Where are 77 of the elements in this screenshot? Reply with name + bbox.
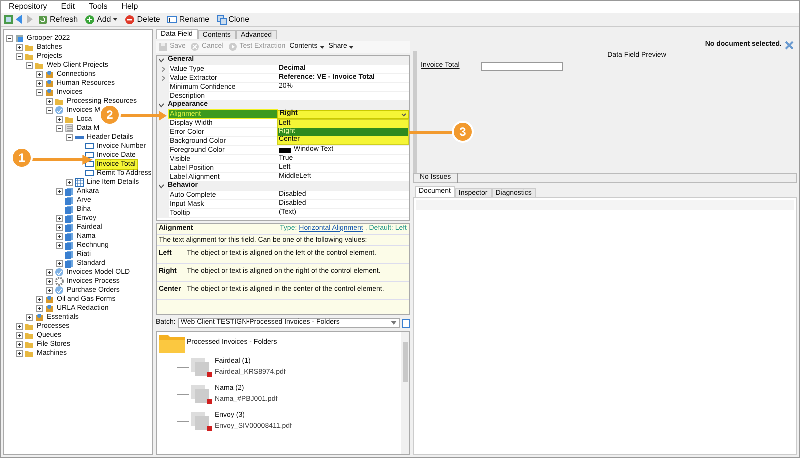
- expand-icon[interactable]: [26, 314, 33, 321]
- toolbar-button[interactable]: Refresh: [36, 14, 80, 26]
- model-icon: [55, 268, 64, 277]
- expand-icon[interactable]: [36, 80, 43, 87]
- add-icon: [85, 14, 96, 24]
- page-stack-icon: [191, 384, 213, 404]
- table-icon: [75, 178, 84, 187]
- package-icon: [45, 295, 54, 304]
- chevron-down-icon[interactable]: [159, 58, 164, 63]
- delete-icon: [125, 14, 136, 24]
- copy-icon: [216, 14, 227, 24]
- collapse-icon[interactable]: [66, 134, 73, 141]
- expand-icon[interactable]: [56, 242, 63, 249]
- model-icon: [55, 286, 64, 295]
- model-icon: [55, 106, 64, 115]
- list-icon: [65, 124, 74, 133]
- collapse-icon[interactable]: [36, 89, 43, 96]
- caret-icon: [349, 46, 354, 48]
- expand-icon[interactable]: [56, 260, 63, 267]
- menu-item[interactable]: Help: [122, 1, 138, 13]
- callout-arrow: [119, 110, 167, 122]
- page-stack-icon: [191, 358, 213, 378]
- expand-icon[interactable]: [16, 323, 23, 330]
- refresh-icon: [38, 14, 48, 24]
- expand-icon[interactable]: [36, 305, 43, 312]
- collapse-icon[interactable]: [6, 35, 13, 42]
- expand-icon[interactable]: [56, 188, 63, 195]
- callout-arrow: [31, 154, 93, 166]
- input-field[interactable]: [481, 62, 563, 71]
- callout-badge: 3: [452, 121, 474, 143]
- menu-item[interactable]: Repository: [9, 1, 48, 13]
- toolbar-button[interactable]: Delete: [123, 14, 162, 26]
- package-icon: [45, 88, 54, 97]
- package-icon: [45, 79, 54, 88]
- expand-icon[interactable]: [36, 71, 43, 78]
- collapse-icon[interactable]: [46, 107, 53, 114]
- toolbar-button[interactable]: Clone: [214, 14, 252, 26]
- section-icon: [75, 133, 84, 142]
- expand-icon[interactable]: [16, 350, 23, 357]
- package-icon: [45, 70, 54, 79]
- expand-icon[interactable]: [16, 341, 23, 348]
- chevron-down-icon[interactable]: [159, 184, 164, 189]
- expand-icon[interactable]: [46, 278, 53, 285]
- expand-icon[interactable]: [16, 44, 23, 51]
- collapse-icon[interactable]: [56, 125, 63, 132]
- expand-icon[interactable]: [56, 116, 63, 123]
- caret-icon: [320, 46, 325, 48]
- expand-icon[interactable]: [56, 224, 63, 231]
- page-stack-icon: [191, 412, 213, 432]
- expand-icon[interactable]: [16, 332, 23, 339]
- expand-icon[interactable]: [46, 269, 53, 276]
- package-icon: [45, 304, 54, 313]
- expand-icon[interactable]: [56, 233, 63, 240]
- menu-item[interactable]: Edit: [61, 1, 76, 13]
- chevron-down-icon: [401, 112, 407, 118]
- expand-icon[interactable]: [56, 215, 63, 222]
- collapse-icon[interactable]: [16, 53, 23, 60]
- gear-icon: [55, 277, 64, 286]
- expand-icon[interactable]: [66, 179, 73, 186]
- toolbar-button[interactable]: Rename: [165, 14, 212, 26]
- collapse-icon[interactable]: [26, 62, 33, 69]
- back-icon[interactable]: [16, 15, 23, 24]
- package-icon: [35, 313, 44, 322]
- scrollbar[interactable]: [401, 332, 409, 454]
- menu-item[interactable]: Tools: [89, 1, 108, 13]
- server-icon: [15, 34, 24, 43]
- folder-icon: [159, 333, 185, 353]
- rename-icon: [167, 14, 178, 24]
- caret-icon: [391, 321, 397, 325]
- caret-icon: [113, 18, 118, 21]
- expand-icon[interactable]: [46, 98, 53, 105]
- expand-icon[interactable]: [36, 296, 43, 303]
- color-swatch: [279, 148, 291, 152]
- toolbar-button[interactable]: Add: [83, 14, 120, 26]
- expand-icon[interactable]: [46, 287, 53, 294]
- chevron-down-icon[interactable]: [159, 103, 164, 108]
- document-icon[interactable]: [402, 318, 410, 328]
